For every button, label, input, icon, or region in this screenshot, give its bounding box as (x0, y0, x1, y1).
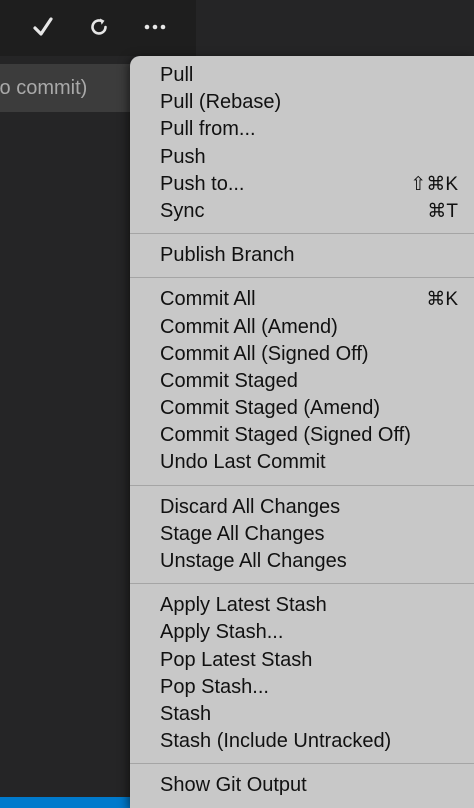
menu-item-stage-all-changes[interactable]: Stage All Changes (130, 521, 474, 548)
menu-item-apply-stash[interactable]: Apply Stash... (130, 619, 474, 646)
menu-item-label: Pop Latest Stash (160, 648, 313, 671)
menu-item-label: Publish Branch (160, 244, 295, 267)
checkmark-icon (33, 17, 53, 36)
scm-toolbar (0, 0, 196, 56)
menu-item-label: Discard All Changes (160, 495, 341, 518)
menu-item-apply-latest-stash[interactable]: Apply Latest Stash (130, 592, 474, 619)
menu-item-push[interactable]: Push (130, 144, 474, 171)
menu-item-publish-branch[interactable]: Publish Branch (130, 242, 474, 269)
menu-item-undo-last-commit[interactable]: Undo Last Commit (130, 449, 474, 476)
menu-item-shortcut: ⌘K (426, 289, 458, 311)
menu-item-commit-staged-signed-off[interactable]: Commit Staged (Signed Off) (130, 422, 474, 449)
menu-item-push-to[interactable]: Push to... ⇧⌘K (130, 171, 474, 198)
menu-item-stash-include-untracked[interactable]: Stash (Include Untracked) (130, 728, 474, 755)
menu-item-label: Pull from... (160, 118, 256, 141)
menu-separator (130, 484, 474, 486)
menu-item-discard-all-changes[interactable]: Discard All Changes (130, 494, 474, 521)
menu-item-label: Sync (160, 199, 205, 222)
menu-separator (130, 277, 474, 279)
menu-item-pull[interactable]: Pull (130, 62, 474, 89)
menu-item-label: Stash (Include Untracked) (160, 730, 392, 753)
commit-message-input[interactable]: to commit) (0, 64, 150, 112)
menu-item-pop-latest-stash[interactable]: Pop Latest Stash (130, 647, 474, 674)
menu-item-label: Apply Stash... (160, 621, 284, 644)
menu-item-label: Commit Staged (Amend) (160, 397, 381, 420)
menu-item-commit-all-signed-off[interactable]: Commit All (Signed Off) (130, 341, 474, 368)
menu-item-commit-staged[interactable]: Commit Staged (130, 368, 474, 395)
menu-item-label: Commit All (160, 288, 256, 311)
menu-item-label: Commit All (Signed Off) (160, 342, 369, 365)
menu-item-label: Stage All Changes (160, 522, 325, 545)
menu-item-label: Stash (160, 702, 212, 725)
menu-separator (130, 233, 474, 235)
menu-item-commit-staged-amend[interactable]: Commit Staged (Amend) (130, 395, 474, 422)
menu-item-shortcut: ⌘T (427, 200, 458, 222)
status-bar-accent (0, 797, 150, 808)
menu-item-label: Undo Last Commit (160, 451, 326, 474)
menu-separator (130, 763, 474, 765)
menu-item-label: Apply Latest Stash (160, 594, 327, 617)
menu-item-label: Push to... (160, 172, 245, 195)
menu-item-commit-all[interactable]: Commit All ⌘K (130, 286, 474, 313)
menu-item-sync[interactable]: Sync ⌘T (130, 198, 474, 225)
refresh-button[interactable] (84, 12, 114, 42)
menu-item-label: Pull (Rebase) (160, 91, 282, 114)
commit-input-placeholder: to commit) (0, 77, 88, 99)
toolbar-background (196, 0, 474, 56)
menu-item-pop-stash[interactable]: Pop Stash... (130, 674, 474, 701)
commit-checkmark-icon[interactable] (28, 12, 58, 42)
menu-item-label: Pop Stash... (160, 675, 269, 698)
menu-item-unstage-all-changes[interactable]: Unstage All Changes (130, 548, 474, 575)
menu-item-label: Commit All (Amend) (160, 315, 338, 338)
menu-item-label: Push (160, 145, 206, 168)
menu-item-show-git-output[interactable]: Show Git Output (130, 772, 474, 799)
menu-item-label: Unstage All Changes (160, 550, 347, 572)
ellipsis-icon (144, 24, 166, 30)
menu-item-label: Commit Staged (Signed Off) (160, 424, 411, 447)
menu-item-label: Commit Staged (160, 369, 298, 392)
menu-item-pull-rebase[interactable]: Pull (Rebase) (130, 89, 474, 116)
menu-item-pull-from[interactable]: Pull from... (130, 116, 474, 143)
menu-separator (130, 583, 474, 585)
git-actions-context-menu: Pull Pull (Rebase) Pull from... Push Push to… (130, 56, 474, 808)
menu-item-shortcut: ⇧⌘K (410, 173, 458, 195)
menu-item-stash[interactable]: Stash (130, 701, 474, 728)
more-actions-button[interactable] (140, 12, 170, 42)
menu-item-label: Show Git Output (160, 774, 307, 797)
refresh-icon (91, 18, 107, 35)
menu-item-label: Pull (160, 64, 194, 86)
menu-item-commit-all-amend[interactable]: Commit All (Amend) (130, 314, 474, 341)
